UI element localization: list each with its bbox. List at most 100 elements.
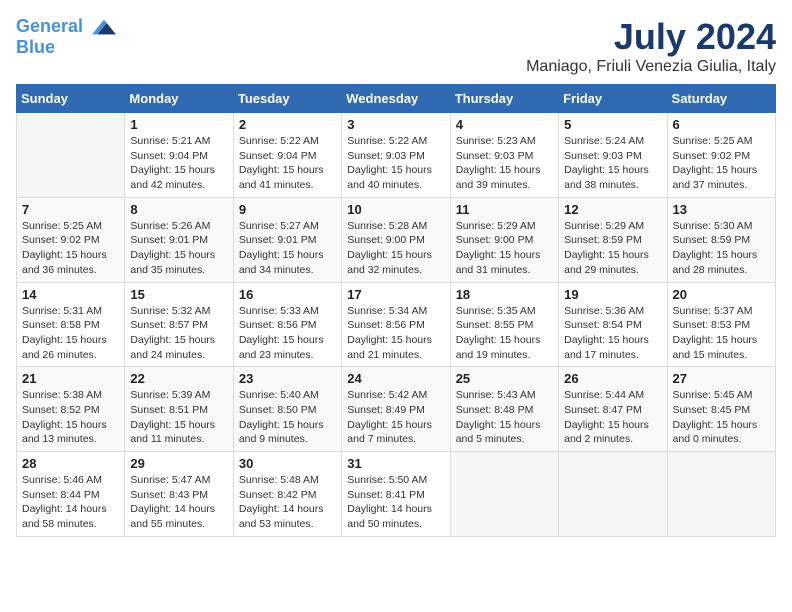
day-cell: 20 Sunrise: 5:37 AM Sunset: 8:53 PM Dayli… xyxy=(667,282,775,367)
day-cell: 16 Sunrise: 5:33 AM Sunset: 8:56 PM Dayli… xyxy=(233,282,341,367)
day-number: 12 xyxy=(564,202,661,217)
day-info: Sunrise: 5:50 AM Sunset: 8:41 PM Dayligh… xyxy=(347,473,444,532)
day-cell: 10 Sunrise: 5:28 AM Sunset: 9:00 PM Dayli… xyxy=(342,197,450,282)
weekday-header-friday: Friday xyxy=(559,85,667,113)
day-cell: 9 Sunrise: 5:27 AM Sunset: 9:01 PM Daylig… xyxy=(233,197,341,282)
day-cell xyxy=(450,452,558,537)
day-info: Sunrise: 5:23 AM Sunset: 9:03 PM Dayligh… xyxy=(456,134,553,193)
day-number: 23 xyxy=(239,371,336,386)
day-number: 24 xyxy=(347,371,444,386)
week-row-1: 1Sunrise: 5:21 AM Sunset: 9:04 PM Daylig… xyxy=(17,113,776,198)
day-number: 19 xyxy=(564,287,661,302)
day-info: Sunrise: 5:35 AM Sunset: 8:55 PM Dayligh… xyxy=(456,304,553,363)
day-info: Sunrise: 5:47 AM Sunset: 8:43 PM Dayligh… xyxy=(130,473,227,532)
day-number: 25 xyxy=(456,371,553,386)
day-number: 28 xyxy=(22,456,119,471)
day-number: 14 xyxy=(22,287,119,302)
day-number: 26 xyxy=(564,371,661,386)
day-number: 4 xyxy=(456,117,553,132)
day-cell: 7Sunrise: 5:25 AM Sunset: 9:02 PM Daylig… xyxy=(17,197,125,282)
day-cell: 21 Sunrise: 5:38 AM Sunset: 8:52 PM Dayli… xyxy=(17,367,125,452)
day-cell: 4 Sunrise: 5:23 AM Sunset: 9:03 PM Daylig… xyxy=(450,113,558,198)
day-number: 8 xyxy=(130,202,227,217)
day-cell: 30Sunrise: 5:48 AM Sunset: 8:42 PM Dayli… xyxy=(233,452,341,537)
week-row-2: 7Sunrise: 5:25 AM Sunset: 9:02 PM Daylig… xyxy=(17,197,776,282)
day-info: Sunrise: 5:36 AM Sunset: 8:54 PM Dayligh… xyxy=(564,304,661,363)
weekday-header-tuesday: Tuesday xyxy=(233,85,341,113)
day-info: Sunrise: 5:37 AM Sunset: 8:53 PM Dayligh… xyxy=(673,304,770,363)
day-cell: 2 Sunrise: 5:22 AM Sunset: 9:04 PM Daylig… xyxy=(233,113,341,198)
day-number: 29 xyxy=(130,456,227,471)
day-cell xyxy=(17,113,125,198)
day-number: 22 xyxy=(130,371,227,386)
day-number: 3 xyxy=(347,117,444,132)
day-number: 7 xyxy=(22,202,119,217)
day-cell: 5 Sunrise: 5:24 AM Sunset: 9:03 PM Daylig… xyxy=(559,113,667,198)
week-row-5: 28Sunrise: 5:46 AM Sunset: 8:44 PM Dayli… xyxy=(17,452,776,537)
title-area: July 2024 Maniago, Friuli Venezia Giulia… xyxy=(526,16,776,76)
week-row-4: 21 Sunrise: 5:38 AM Sunset: 8:52 PM Dayli… xyxy=(17,367,776,452)
day-cell: 23 Sunrise: 5:40 AM Sunset: 8:50 PM Dayli… xyxy=(233,367,341,452)
weekday-header-monday: Monday xyxy=(125,85,233,113)
day-cell: 19 Sunrise: 5:36 AM Sunset: 8:54 PM Dayli… xyxy=(559,282,667,367)
day-info: Sunrise: 5:42 AM Sunset: 8:49 PM Dayligh… xyxy=(347,388,444,447)
day-number: 17 xyxy=(347,287,444,302)
day-cell: 18 Sunrise: 5:35 AM Sunset: 8:55 PM Dayli… xyxy=(450,282,558,367)
day-cell: 27 Sunrise: 5:45 AM Sunset: 8:45 PM Dayli… xyxy=(667,367,775,452)
day-cell: 31 Sunrise: 5:50 AM Sunset: 8:41 PM Dayli… xyxy=(342,452,450,537)
day-cell: 12 Sunrise: 5:29 AM Sunset: 8:59 PM Dayli… xyxy=(559,197,667,282)
day-info: Sunrise: 5:40 AM Sunset: 8:50 PM Dayligh… xyxy=(239,388,336,447)
day-number: 9 xyxy=(239,202,336,217)
day-number: 31 xyxy=(347,456,444,471)
day-number: 18 xyxy=(456,287,553,302)
day-number: 5 xyxy=(564,117,661,132)
day-info: Sunrise: 5:25 AM Sunset: 9:02 PM Dayligh… xyxy=(673,134,770,193)
day-info: Sunrise: 5:22 AM Sunset: 9:04 PM Dayligh… xyxy=(239,134,336,193)
day-info: Sunrise: 5:39 AM Sunset: 8:51 PM Dayligh… xyxy=(130,388,227,447)
day-number: 15 xyxy=(130,287,227,302)
day-info: Sunrise: 5:32 AM Sunset: 8:57 PM Dayligh… xyxy=(130,304,227,363)
day-cell: 26 Sunrise: 5:44 AM Sunset: 8:47 PM Dayli… xyxy=(559,367,667,452)
day-info: Sunrise: 5:30 AM Sunset: 8:59 PM Dayligh… xyxy=(673,219,770,278)
day-cell: 6 Sunrise: 5:25 AM Sunset: 9:02 PM Daylig… xyxy=(667,113,775,198)
weekday-header-thursday: Thursday xyxy=(450,85,558,113)
month-title: July 2024 xyxy=(526,16,776,58)
day-cell: 17 Sunrise: 5:34 AM Sunset: 8:56 PM Dayli… xyxy=(342,282,450,367)
location-title: Maniago, Friuli Venezia Giulia, Italy xyxy=(526,58,776,76)
day-number: 2 xyxy=(239,117,336,132)
weekday-header-wednesday: Wednesday xyxy=(342,85,450,113)
day-cell: 3Sunrise: 5:22 AM Sunset: 9:03 PM Daylig… xyxy=(342,113,450,198)
day-cell xyxy=(667,452,775,537)
day-info: Sunrise: 5:44 AM Sunset: 8:47 PM Dayligh… xyxy=(564,388,661,447)
day-info: Sunrise: 5:29 AM Sunset: 8:59 PM Dayligh… xyxy=(564,219,661,278)
day-cell: 28Sunrise: 5:46 AM Sunset: 8:44 PM Dayli… xyxy=(17,452,125,537)
day-cell: 11Sunrise: 5:29 AM Sunset: 9:00 PM Dayli… xyxy=(450,197,558,282)
day-number: 21 xyxy=(22,371,119,386)
day-cell: 14 Sunrise: 5:31 AM Sunset: 8:58 PM Dayli… xyxy=(17,282,125,367)
weekday-header-saturday: Saturday xyxy=(667,85,775,113)
weekday-header-sunday: Sunday xyxy=(17,85,125,113)
day-cell: 24 Sunrise: 5:42 AM Sunset: 8:49 PM Dayli… xyxy=(342,367,450,452)
day-info: Sunrise: 5:31 AM Sunset: 8:58 PM Dayligh… xyxy=(22,304,119,363)
day-number: 10 xyxy=(347,202,444,217)
day-number: 6 xyxy=(673,117,770,132)
day-number: 16 xyxy=(239,287,336,302)
day-cell: 22 Sunrise: 5:39 AM Sunset: 8:51 PM Dayli… xyxy=(125,367,233,452)
day-number: 27 xyxy=(673,371,770,386)
day-number: 20 xyxy=(673,287,770,302)
day-info: Sunrise: 5:28 AM Sunset: 9:00 PM Dayligh… xyxy=(347,219,444,278)
day-cell: 13Sunrise: 5:30 AM Sunset: 8:59 PM Dayli… xyxy=(667,197,775,282)
logo: General Blue xyxy=(16,16,118,58)
day-info: Sunrise: 5:21 AM Sunset: 9:04 PM Dayligh… xyxy=(130,134,227,193)
day-info: Sunrise: 5:27 AM Sunset: 9:01 PM Dayligh… xyxy=(239,219,336,278)
day-info: Sunrise: 5:33 AM Sunset: 8:56 PM Dayligh… xyxy=(239,304,336,363)
day-info: Sunrise: 5:26 AM Sunset: 9:01 PM Dayligh… xyxy=(130,219,227,278)
day-cell: 1Sunrise: 5:21 AM Sunset: 9:04 PM Daylig… xyxy=(125,113,233,198)
day-info: Sunrise: 5:34 AM Sunset: 8:56 PM Dayligh… xyxy=(347,304,444,363)
page-header: General Blue July 2024 Maniago, Friuli V… xyxy=(16,16,776,76)
week-row-3: 14 Sunrise: 5:31 AM Sunset: 8:58 PM Dayli… xyxy=(17,282,776,367)
day-info: Sunrise: 5:38 AM Sunset: 8:52 PM Dayligh… xyxy=(22,388,119,447)
day-info: Sunrise: 5:48 AM Sunset: 8:42 PM Dayligh… xyxy=(239,473,336,532)
day-info: Sunrise: 5:24 AM Sunset: 9:03 PM Dayligh… xyxy=(564,134,661,193)
day-info: Sunrise: 5:45 AM Sunset: 8:45 PM Dayligh… xyxy=(673,388,770,447)
